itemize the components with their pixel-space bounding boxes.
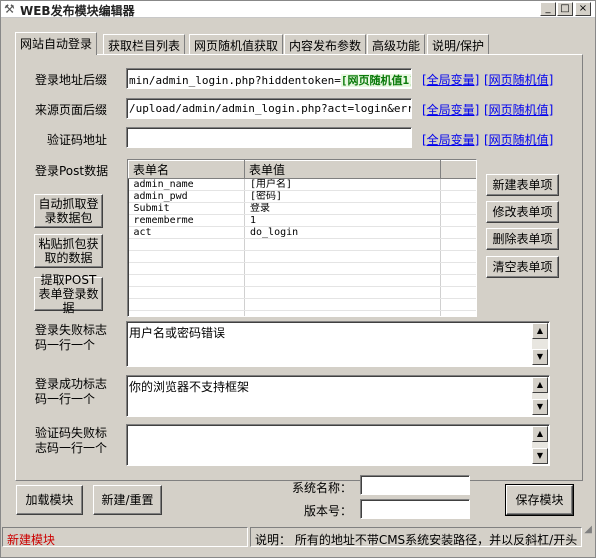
empty-row bbox=[128, 262, 476, 275]
edit-form-item-button[interactable]: 修改表单项 bbox=[486, 201, 559, 223]
captcha-url-label: 验证码地址 bbox=[47, 133, 108, 147]
auto-capture-button[interactable]: 自动抓取登录数据包 bbox=[34, 194, 103, 228]
cell-form-value: 登录 bbox=[244, 202, 441, 215]
close-button[interactable]: × bbox=[575, 2, 591, 16]
fail-marker-label: 登录失败标志码一行一个 bbox=[35, 323, 108, 352]
column-header-extra bbox=[440, 160, 476, 179]
post-data-label: 登录Post数据 bbox=[35, 164, 109, 178]
table-row[interactable]: admin_pwd [密码] bbox=[128, 190, 476, 203]
referer-input[interactable]: /upload/admin/admin_login.php?act=login&… bbox=[126, 98, 412, 119]
empty-row bbox=[128, 310, 476, 316]
captcha-url-input[interactable] bbox=[126, 127, 412, 148]
status-hint: 说明： 所有的地址不带CMS系统安装路径，并以反斜杠/开头 bbox=[250, 527, 582, 547]
tab-column-list[interactable]: 获取栏目列表 bbox=[103, 34, 186, 54]
cell-form-name: act bbox=[128, 226, 245, 239]
paste-packet-button[interactable]: 粘贴抓包获取的数据 bbox=[34, 234, 103, 268]
tab-auto-login[interactable]: 网站自动登录 bbox=[15, 32, 98, 55]
extract-post-button[interactable]: 提取POST表单登录数据 bbox=[34, 273, 103, 315]
column-header-form-name[interactable]: 表单名 bbox=[128, 160, 245, 179]
window-title: WEB发布模块编辑器 bbox=[20, 4, 135, 18]
cell-form-value: [用户名] bbox=[244, 178, 441, 191]
cell-form-value: 1 bbox=[244, 214, 441, 227]
cell-form-name: rememberme bbox=[128, 214, 245, 227]
cell-form-name: Submit bbox=[128, 202, 245, 215]
success-marker-scrollbar[interactable]: ▲ ▼ bbox=[532, 377, 548, 415]
arrow-up-icon[interactable]: ▲ bbox=[532, 377, 548, 393]
tab-random-value[interactable]: 网页随机值获取 bbox=[189, 34, 284, 54]
referer-label: 来源页面后缀 bbox=[35, 103, 108, 117]
cell-form-value: [密码] bbox=[244, 190, 441, 203]
table-row[interactable]: rememberme 1 bbox=[128, 214, 476, 227]
captcha-fail-marker-label: 验证码失败标志码一行一个 bbox=[35, 426, 108, 455]
tab-help-protect[interactable]: 说明/保护 bbox=[427, 34, 490, 54]
hammer-icon: ⚒ bbox=[4, 2, 15, 16]
app-window: ⚒ WEB发布模块编辑器 _ □ × 网站自动登录 获取栏目列表 网页随机值获取… bbox=[0, 0, 596, 558]
new-reset-button[interactable]: 新建/重置 bbox=[93, 485, 162, 515]
tab-publish-params[interactable]: 内容发布参数 bbox=[284, 34, 367, 54]
post-data-table[interactable]: 表单名 表单值 admin_name [用户名] admin_pwd [密码] Su… bbox=[127, 159, 477, 317]
global-var-link-3[interactable]: [全局变量] bbox=[422, 131, 479, 148]
captcha-fail-marker-scrollbar[interactable]: ▲ ▼ bbox=[532, 426, 548, 464]
table-row[interactable]: admin_name [用户名] bbox=[128, 178, 476, 191]
save-module-button[interactable]: 保存模块 bbox=[505, 484, 574, 516]
login-url-text: min/admin_login.php?hiddentoken= bbox=[129, 74, 341, 87]
title-bar: ⚒ WEB发布模块编辑器 _ □ × bbox=[1, 1, 595, 18]
empty-row bbox=[128, 298, 476, 311]
random-value-link-2[interactable]: [网页随机值] bbox=[484, 101, 553, 118]
referer-text: /upload/admin/admin_login.php?act=login&… bbox=[129, 102, 412, 115]
random-token-text: [网页随机值1] bbox=[340, 74, 411, 87]
table-row[interactable]: Submit 登录 bbox=[128, 202, 476, 215]
arrow-up-icon[interactable]: ▲ bbox=[532, 426, 548, 442]
version-label: 版本号： bbox=[304, 504, 353, 518]
status-message: 新建模块 bbox=[2, 527, 248, 547]
arrow-down-icon[interactable]: ▼ bbox=[532, 349, 548, 365]
delete-form-item-button[interactable]: 删除表单项 bbox=[486, 228, 559, 250]
random-value-link-3[interactable]: [网页随机值] bbox=[484, 131, 553, 148]
system-name-label: 系统名称： bbox=[292, 481, 353, 495]
login-url-label: 登录地址后缀 bbox=[35, 73, 108, 87]
version-input[interactable] bbox=[360, 499, 470, 519]
arrow-down-icon[interactable]: ▼ bbox=[532, 399, 548, 415]
load-module-button[interactable]: 加载模块 bbox=[16, 485, 83, 515]
success-marker-text: 你的浏览器不支持框架 bbox=[129, 380, 250, 394]
fail-marker-text: 用户名或密码错误 bbox=[129, 326, 226, 340]
cell-form-value: do_login bbox=[244, 226, 441, 239]
resize-grip-icon[interactable]: ◢ bbox=[584, 524, 592, 535]
captcha-fail-marker-textarea[interactable]: ▲ ▼ bbox=[126, 424, 550, 466]
tab-advanced[interactable]: 高级功能 bbox=[367, 34, 426, 54]
empty-row bbox=[128, 274, 476, 287]
global-var-link-2[interactable]: [全局变量] bbox=[422, 101, 479, 118]
column-header-form-value[interactable]: 表单值 bbox=[244, 160, 441, 179]
success-marker-label: 登录成功标志码一行一个 bbox=[35, 377, 108, 406]
arrow-down-icon[interactable]: ▼ bbox=[532, 448, 548, 464]
empty-row bbox=[128, 286, 476, 299]
global-var-link-1[interactable]: [全局变量] bbox=[422, 71, 479, 88]
table-row[interactable]: act do_login bbox=[128, 226, 476, 239]
clear-form-items-button[interactable]: 清空表单项 bbox=[486, 256, 559, 278]
success-marker-textarea[interactable]: 你的浏览器不支持框架 ▲ ▼ bbox=[126, 375, 550, 417]
fail-marker-textarea[interactable]: 用户名或密码错误 ▲ ▼ bbox=[126, 321, 550, 367]
empty-row bbox=[128, 238, 476, 251]
login-url-input[interactable]: min/admin_login.php?hiddentoken=[网页随机值1] bbox=[126, 68, 412, 89]
cell-form-name: admin_name bbox=[128, 178, 245, 191]
arrow-up-icon[interactable]: ▲ bbox=[532, 323, 548, 339]
random-value-link-1[interactable]: [网页随机值] bbox=[484, 71, 553, 88]
status-bar: 新建模块 说明： 所有的地址不带CMS系统安装路径，并以反斜杠/开头 ◢ bbox=[2, 524, 594, 547]
new-form-item-button[interactable]: 新建表单项 bbox=[486, 174, 559, 196]
cell-form-name: admin_pwd bbox=[128, 190, 245, 203]
empty-row bbox=[128, 250, 476, 263]
fail-marker-scrollbar[interactable]: ▲ ▼ bbox=[532, 323, 548, 365]
minimize-button[interactable]: _ bbox=[540, 2, 556, 16]
system-name-input[interactable] bbox=[360, 475, 470, 495]
maximize-button[interactable]: □ bbox=[557, 2, 573, 16]
